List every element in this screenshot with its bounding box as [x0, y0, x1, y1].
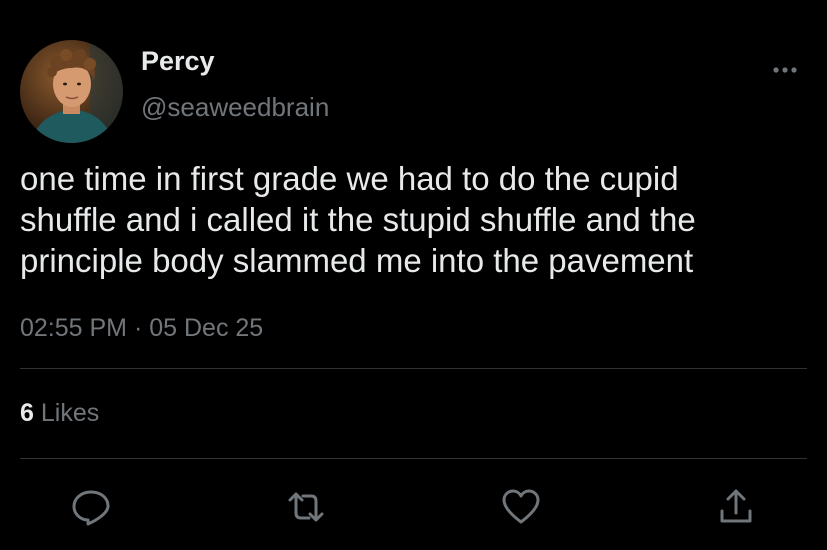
share-icon: [720, 489, 752, 523]
likes-label: Likes: [40, 399, 100, 427]
tweet-text: one time in first grade we had to do the…: [20, 160, 696, 279]
tweet-date: 05 Dec 25: [149, 314, 264, 342]
likes-stat[interactable]: 6 Likes: [20, 396, 99, 430]
user-handle[interactable]: @seaweedbrain: [141, 90, 329, 124]
more-horizontal-icon: [773, 67, 797, 73]
tweet-time: 02:55 PM: [20, 314, 128, 342]
display-name[interactable]: Percy: [141, 44, 215, 78]
tweet: Percy @seaweedbrain one time in first gr…: [0, 0, 827, 550]
share-button[interactable]: [716, 487, 756, 527]
timestamp-separator: ·: [133, 314, 143, 342]
avatar[interactable]: [20, 40, 123, 143]
likes-count: 6: [20, 399, 34, 427]
reply-button[interactable]: [71, 487, 111, 527]
tweet-timestamp[interactable]: 02:55 PM · 05 Dec 25: [20, 311, 263, 345]
retweet-icon: [288, 492, 324, 522]
reply-icon: [72, 490, 110, 526]
like-button[interactable]: [501, 487, 541, 527]
more-options-button[interactable]: [767, 58, 803, 82]
heart-icon: [502, 489, 540, 524]
avatar-image: [20, 40, 123, 143]
divider-top: [20, 368, 807, 369]
divider-bottom: [20, 458, 807, 459]
retweet-button[interactable]: [286, 487, 326, 527]
